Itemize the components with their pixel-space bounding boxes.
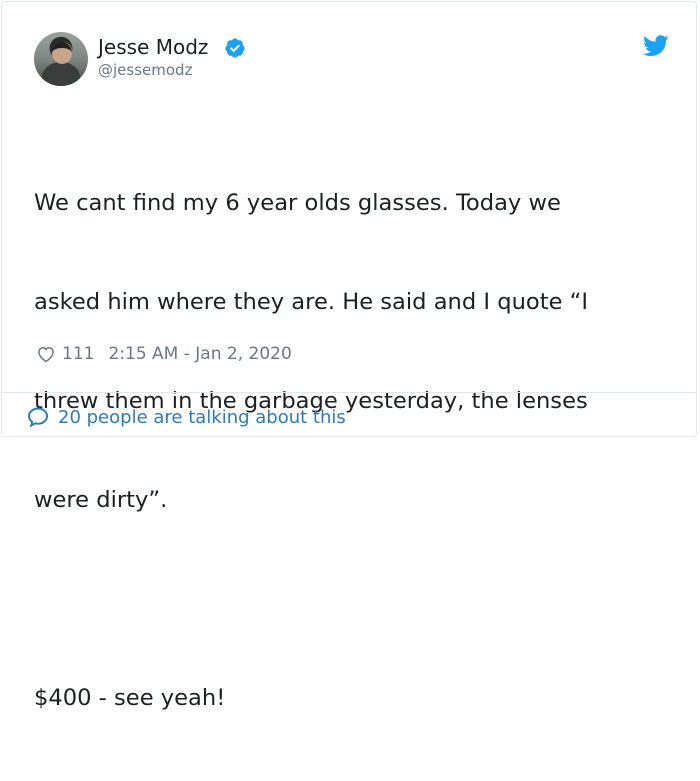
tweet-line: $400 - see yeah! <box>34 685 226 711</box>
author-name[interactable]: Jesse Modz <box>98 35 208 59</box>
heart-icon[interactable] <box>36 344 56 364</box>
avatar-body <box>42 62 80 86</box>
verified-badge-icon <box>225 38 245 58</box>
conversation-label[interactable]: 20 people are talking about this <box>58 407 346 428</box>
avatar-face <box>52 42 72 64</box>
author-handle[interactable]: @jessemodz <box>98 61 192 79</box>
speech-bubble-icon <box>27 407 49 428</box>
tweet-meta: 111 2:15 AM - Jan 2, 2020 <box>36 342 292 366</box>
conversation-link[interactable]: 20 people are talking about this <box>26 404 346 430</box>
tweet-card: Jesse Modz @jessemodz We cant find my 6 … <box>1 1 697 711</box>
like-count[interactable]: 111 <box>62 344 94 364</box>
divider <box>2 392 696 393</box>
avatar[interactable] <box>34 32 88 86</box>
tweet-line: We cant find my 6 year olds glasses. Tod… <box>34 190 561 216</box>
tweet-line: were dirty”. <box>34 487 168 513</box>
twitter-bird-icon[interactable] <box>643 35 669 57</box>
tweet-timestamp[interactable]: 2:15 AM - Jan 2, 2020 <box>108 344 291 364</box>
tweet-text: We cant find my 6 year olds glasses. Tod… <box>34 121 654 781</box>
tweet-line: asked him where they are. He said and I … <box>34 289 589 315</box>
